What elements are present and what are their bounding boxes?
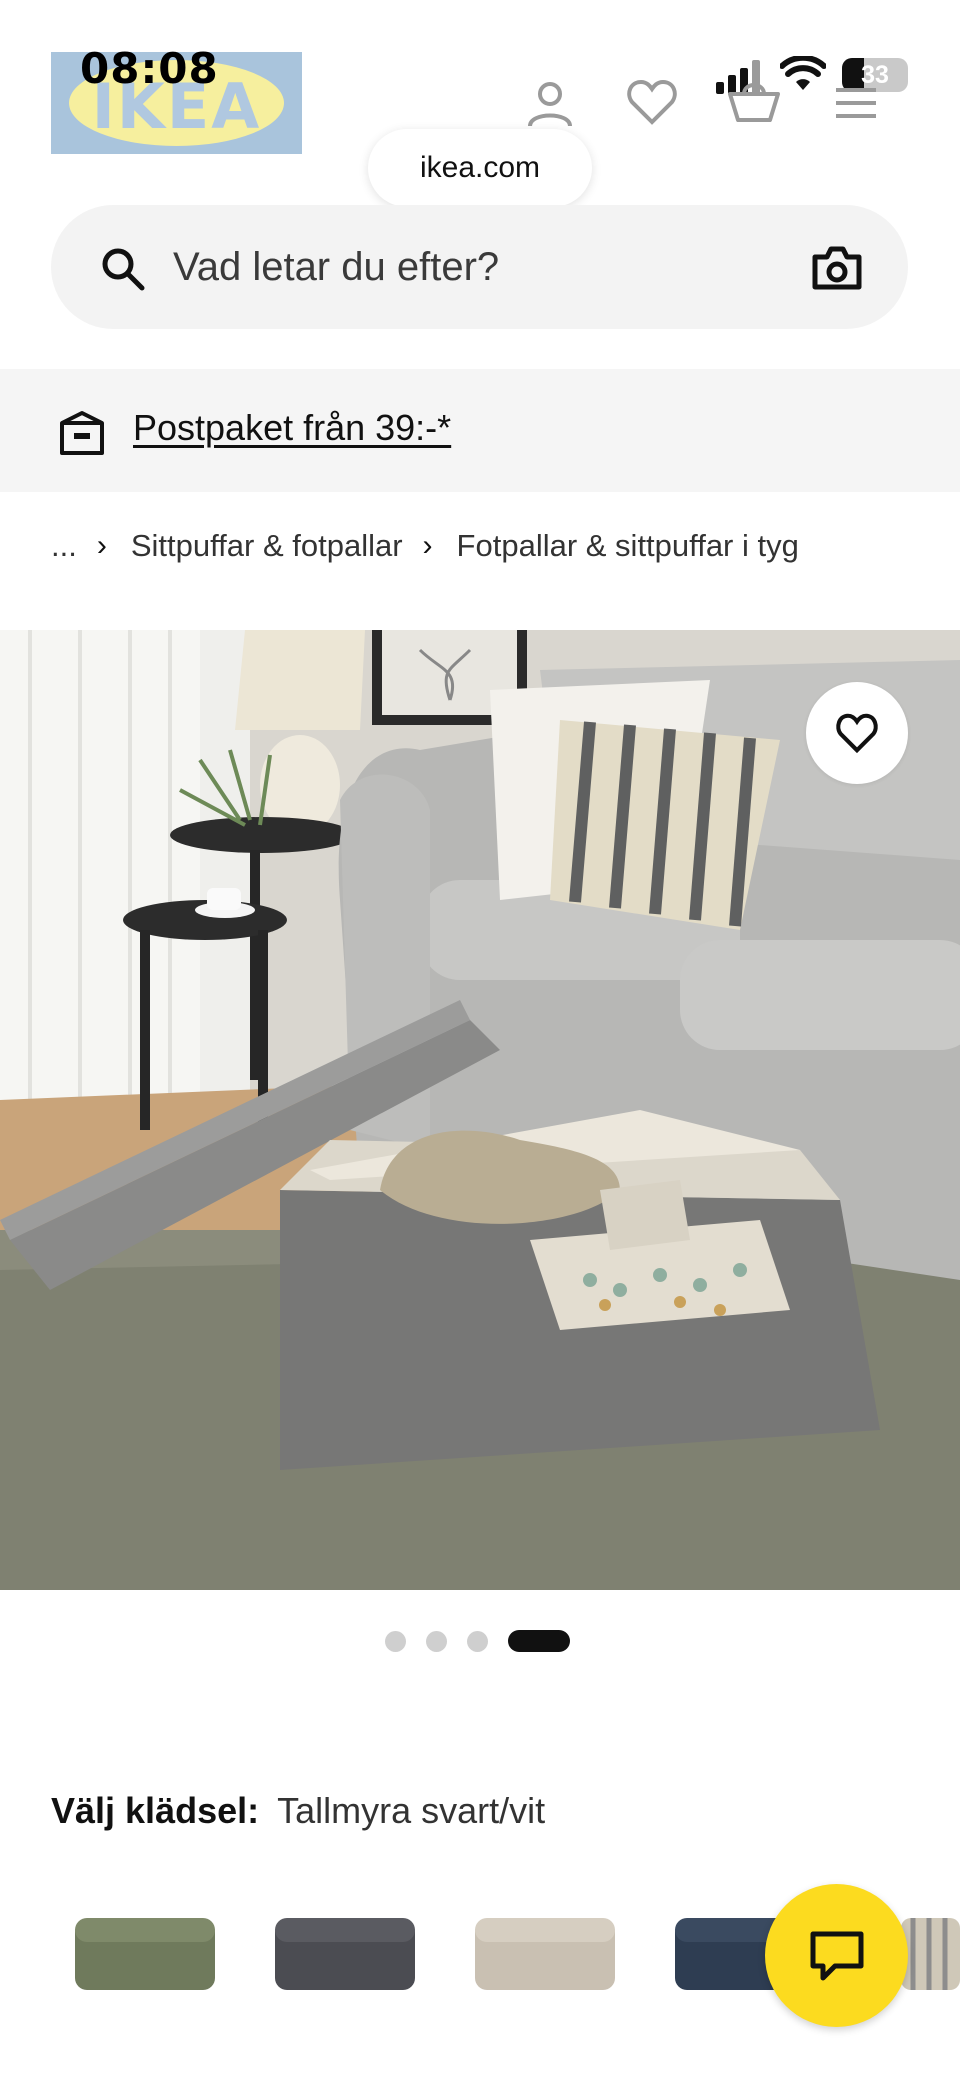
breadcrumb: ... › Sittpuffar & fotpallar › Fotpallar… — [51, 524, 799, 568]
url-pill[interactable]: ikea.com — [368, 129, 592, 207]
search-placeholder: Vad letar du efter? — [173, 245, 500, 289]
search-icon — [102, 248, 145, 291]
swatch-ottoman-dark-grey[interactable] — [265, 1880, 440, 2030]
chat-button[interactable] — [765, 1884, 908, 2027]
chevron-right-icon: › — [96, 529, 107, 562]
breadcrumb-item[interactable]: Fotpallar & sittpuffar i tyg — [457, 528, 799, 564]
heart-icon[interactable] — [624, 74, 680, 130]
promo-banner: Postpaket från 39:-* — [0, 369, 960, 492]
camera-icon[interactable] — [811, 243, 863, 293]
product-illustration — [0, 630, 960, 1590]
fabric-value: Tallmyra svart/vit — [277, 1790, 546, 1831]
swatch-ottoman-beige[interactable] — [465, 1880, 640, 2030]
breadcrumb-ellipsis[interactable]: ... — [51, 528, 77, 564]
package-icon — [60, 411, 104, 455]
chat-icon — [810, 1931, 863, 1980]
cart-icon[interactable] — [726, 74, 782, 130]
fabric-label: Välj klädsel: — [51, 1790, 260, 1831]
heart-icon — [836, 713, 878, 754]
product-image[interactable] — [0, 630, 960, 1590]
carousel-dot-active[interactable] — [508, 1630, 570, 1652]
status-time: 08:08 — [80, 44, 219, 93]
promo-link[interactable]: Postpaket från 39:-* — [133, 407, 451, 449]
carousel-dot[interactable] — [426, 1630, 447, 1652]
swatch-ottoman-green[interactable] — [65, 1880, 240, 2030]
add-to-wishlist-button[interactable] — [806, 682, 908, 784]
carousel-dot[interactable] — [385, 1630, 406, 1652]
breadcrumb-item[interactable]: Sittpuffar & fotpallar — [131, 528, 403, 564]
chevron-right-icon: › — [422, 529, 433, 562]
carousel-dots — [385, 1630, 570, 1652]
wifi-icon — [780, 56, 826, 90]
menu-icon[interactable] — [832, 74, 888, 130]
user-icon[interactable] — [522, 74, 578, 130]
fabric-selector-heading: Välj klädsel: Tallmyra svart/vit — [51, 1790, 545, 1832]
search-bar[interactable]: Vad letar du efter? — [51, 205, 908, 329]
carousel-dot[interactable] — [467, 1630, 488, 1652]
